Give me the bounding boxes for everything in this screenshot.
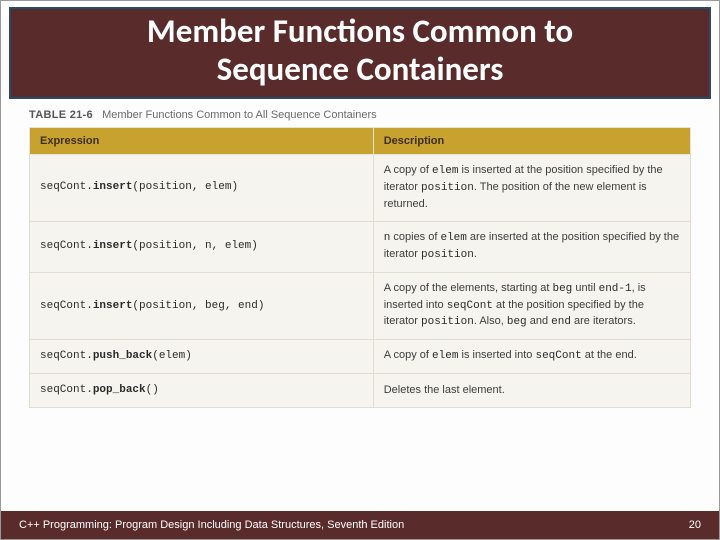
table-caption: TABLE 21-6 Member Functions Common to Al… [29,109,691,121]
table-header-row: Expression Description [30,127,691,154]
expr-func: insert [93,300,133,312]
table-row: seqCont.insert(position, elem)A copy of … [30,154,691,221]
table-body: seqCont.insert(position, elem)A copy of … [30,154,691,407]
expr-prefix: seqCont. [40,384,93,396]
table-area: TABLE 21-6 Member Functions Common to Al… [29,109,691,408]
expression-cell: seqCont.pop_back() [30,374,374,408]
title-line-1: Member Functions Common to [147,11,573,51]
description-cell: A copy of elem is inserted at the positi… [373,154,690,221]
expression-cell: seqCont.insert(position, n, elem) [30,221,374,272]
description-cell: n copies of elem are inserted at the pos… [373,221,690,272]
expr-prefix: seqCont. [40,300,93,312]
description-cell: Deletes the last element. [373,374,690,408]
expression-cell: seqCont.insert(position, elem) [30,154,374,221]
table-caption-text: Member Functions Common to All Sequence … [102,109,377,121]
title-box: Member Functions Common to Sequence Cont… [9,7,711,99]
expr-prefix: seqCont. [40,350,93,362]
title-container: Member Functions Common to Sequence Cont… [9,7,711,99]
slide-footer: C++ Programming: Program Design Includin… [1,511,719,539]
expr-args: (position, elem) [132,181,238,193]
description-cell: A copy of elem is inserted into seqCont … [373,340,690,374]
expr-args: (elem) [152,350,192,362]
description-cell: A copy of the elements, starting at beg … [373,272,690,340]
expr-args: (position, beg, end) [132,300,264,312]
slide-title: Member Functions Common to Sequence Cont… [31,13,689,89]
table-row: seqCont.push_back(elem)A copy of elem is… [30,340,691,374]
table-row: seqCont.insert(position, beg, end)A copy… [30,272,691,340]
expr-func: pop_back [93,384,146,396]
expression-cell: seqCont.insert(position, beg, end) [30,272,374,340]
expr-prefix: seqCont. [40,181,93,193]
expr-args: (position, n, elem) [132,240,257,252]
table-row: seqCont.pop_back()Deletes the last eleme… [30,374,691,408]
table-row: seqCont.insert(position, n, elem)n copie… [30,221,691,272]
expr-func: insert [93,240,133,252]
expression-cell: seqCont.push_back(elem) [30,340,374,374]
expr-func: push_back [93,350,152,362]
header-expression: Expression [30,127,374,154]
expr-args: () [146,384,159,396]
page-number: 20 [689,519,701,531]
header-description: Description [373,127,690,154]
expr-func: insert [93,181,133,193]
table-number: TABLE 21-6 [29,109,93,121]
title-line-2: Sequence Containers [217,49,504,89]
functions-table: Expression Description seqCont.insert(po… [29,127,691,408]
expr-prefix: seqCont. [40,240,93,252]
footer-text: C++ Programming: Program Design Includin… [19,519,404,531]
